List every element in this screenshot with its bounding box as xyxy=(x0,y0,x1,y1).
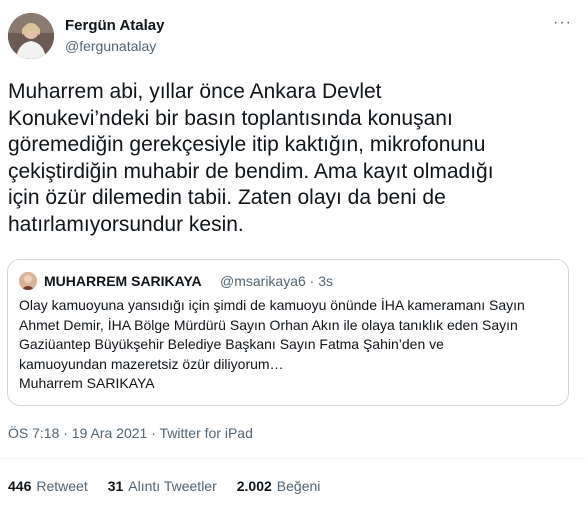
like-count[interactable]: 2.002 Beğeni xyxy=(237,478,321,494)
quoted-author-name: MUHARREM SARIKAYA xyxy=(44,273,202,289)
quoted-author-avatar xyxy=(19,272,37,290)
divider xyxy=(0,458,585,459)
quote-count-value: 31 xyxy=(107,478,124,494)
retweet-count[interactable]: 446 Retweet xyxy=(8,478,88,494)
author-display-name[interactable]: Fergün Atalay xyxy=(65,17,164,34)
quoted-tweet-text: Olay kamuoyuna yansıdığı için şimdi de k… xyxy=(19,297,525,391)
tweet-stats: 446 Retweet 31 Alıntı Tweetler 2.002 Beğ… xyxy=(8,478,320,494)
quote-label: Alıntı Tweetler xyxy=(128,478,217,494)
quote-tweet-count[interactable]: 31 Alıntı Tweetler xyxy=(108,478,217,494)
retweet-count-value: 446 xyxy=(8,478,32,494)
like-label: Beğeni xyxy=(276,478,321,494)
author-avatar[interactable] xyxy=(8,13,54,59)
more-dots-icon[interactable]: ··· xyxy=(553,14,572,32)
tweet-text: Muharrem abi, yıllar önce Ankara Devlet … xyxy=(8,80,494,236)
tweet-timestamp[interactable]: ÖS 7:18 · 19 Ara 2021 · Twitter for iPad xyxy=(8,425,253,441)
quoted-author-meta: @msarikaya6 · 3s xyxy=(220,273,334,289)
author-handle[interactable]: @fergunatalay xyxy=(65,38,156,54)
retweet-label: Retweet xyxy=(36,478,88,494)
quoted-tweet[interactable]: MUHARREM SARIKAYA @msarikaya6 · 3s Olay … xyxy=(7,259,569,406)
like-count-value: 2.002 xyxy=(236,478,272,494)
